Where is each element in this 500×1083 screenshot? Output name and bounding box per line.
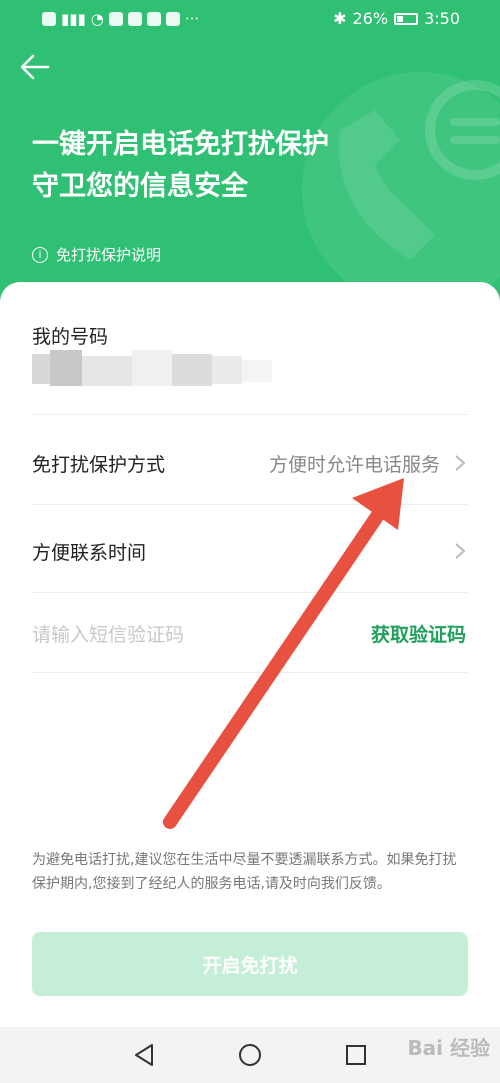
app-icon: [165, 12, 180, 26]
app-icon: [108, 12, 123, 26]
title-line-1: 一键开启电话免打扰保护: [32, 129, 329, 160]
protection-info-label: 免打扰保护说明: [56, 246, 162, 264]
masked-phone-number: [32, 350, 272, 386]
bluetooth-icon: ✱: [333, 9, 347, 28]
info-icon: i: [32, 246, 48, 263]
baidu-watermark: Bai 经验: [407, 1036, 490, 1060]
hd-icon: [42, 12, 56, 26]
chevron-right-icon: [455, 455, 466, 471]
status-icons-left: ▮▮▮ ◔ ···: [42, 10, 199, 28]
clock: 3:50: [424, 9, 460, 28]
divider: [32, 504, 468, 505]
status-bar: ▮▮▮ ◔ ··· ✱ 26% 3:50: [0, 0, 500, 38]
nav-recents-icon[interactable]: [342, 1041, 370, 1069]
protection-info-link[interactable]: i 免打扰保护说明: [32, 244, 161, 265]
back-arrow-icon[interactable]: [18, 50, 52, 84]
divider: [32, 414, 468, 415]
divider: [32, 672, 468, 673]
phone-decoration-icon: [302, 72, 500, 308]
app-icon: [146, 12, 161, 26]
app-icon: [127, 12, 142, 26]
wifi-icon: ◔: [90, 10, 104, 28]
signal-icon: ▮▮▮: [61, 10, 86, 28]
protection-mode-value: 方便时允许电话服务: [268, 454, 440, 476]
sms-code-input[interactable]: 请输入短信验证码: [32, 620, 184, 647]
settings-card: [0, 282, 500, 1027]
more-icon: ···: [184, 10, 200, 28]
contact-time-label: 方便联系时间: [32, 542, 147, 564]
enable-dnd-button[interactable]: 开启免打扰: [32, 932, 468, 996]
title-line-2: 守卫您的信息安全: [32, 171, 248, 202]
my-number-label: 我的号码: [32, 326, 109, 348]
header-banner: ▮▮▮ ◔ ··· ✱ 26% 3:50 一键开启电话免打扰保护 守卫您的信息安…: [0, 0, 500, 330]
divider: [32, 592, 468, 593]
status-icons-right: ✱ 26% 3:50: [333, 9, 460, 28]
protection-mode-label: 免打扰保护方式: [32, 454, 166, 476]
chevron-right-icon: [455, 543, 466, 559]
tip-text: 为避免电话打扰,建议您在生活中尽量不要透漏联系方式。如果免打扰保护期内,您接到了…: [32, 852, 457, 892]
nav-home-icon[interactable]: [236, 1041, 264, 1069]
battery-percent: 26%: [352, 9, 389, 28]
page-title: 一键开启电话免打扰保护 守卫您的信息安全: [32, 124, 329, 208]
get-code-button[interactable]: 获取验证码: [371, 620, 466, 647]
nav-back-icon[interactable]: [130, 1041, 158, 1069]
battery-icon: [394, 12, 419, 25]
